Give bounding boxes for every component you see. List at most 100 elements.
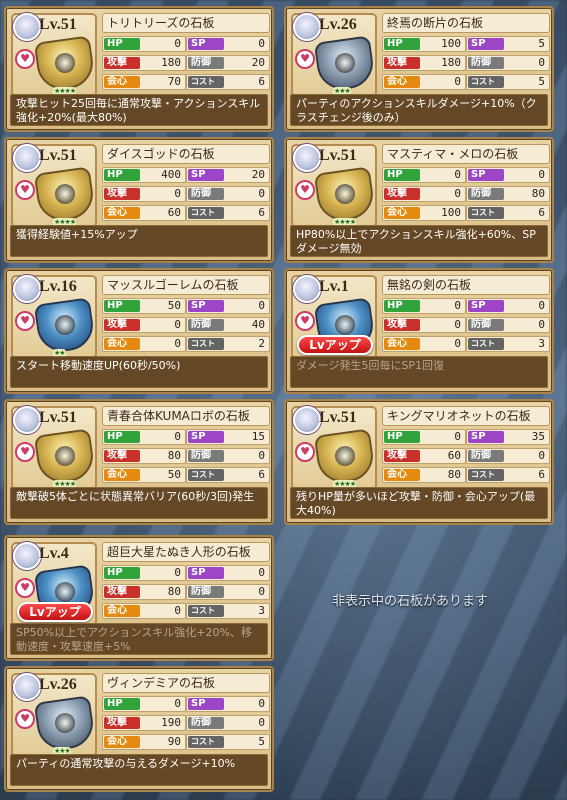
critical-stat: 会心 0 [102, 603, 186, 619]
stone-tablet-card[interactable]: Lv.51 ♥ ★★★★ キングマリオネットの石板 HP 0 SP 35 攻撃 6… [284, 399, 554, 525]
defense-value: 40 [251, 318, 265, 331]
stone-tablet-card[interactable]: Lv.26 ♥ ★★★ ヴィンデミアの石板 HP 0 SP 0 攻撃 190 防御… [4, 666, 274, 792]
critical-value: 0 [454, 75, 461, 88]
character-avatar [13, 542, 41, 570]
hp-value: 0 [174, 37, 181, 50]
critical-value: 80 [447, 468, 461, 481]
favorite-heart-icon[interactable]: ♥ [15, 442, 35, 462]
hp-label: HP [384, 431, 420, 443]
critical-stat: 会心 0 [102, 336, 186, 352]
favorite-heart-icon[interactable]: ♥ [15, 311, 35, 331]
stone-tablet-card[interactable]: Lv.1 ♥ Lvアップ 無銘の剣の石板 HP 0 SP 0 攻撃 0 防御 0 … [284, 268, 554, 394]
favorite-heart-icon[interactable]: ♥ [15, 709, 35, 729]
tablet-thumbnail[interactable]: Lv.1 ♥ Lvアップ [291, 275, 377, 359]
tablet-thumbnail[interactable]: Lv.51 ♥ ★★★★ [11, 144, 97, 228]
critical-stat: 会心 70 [102, 74, 186, 90]
hp-stat: HP 0 [102, 696, 186, 712]
favorite-heart-icon[interactable]: ♥ [295, 311, 315, 331]
tablet-thumbnail[interactable]: Lv.4 ♥ Lvアップ [11, 542, 97, 626]
tablet-thumbnail[interactable]: Lv.51 ♥ ★★★★ [11, 13, 97, 97]
hp-stat: HP 0 [382, 298, 466, 314]
defense-label: 防御 [188, 319, 224, 331]
cost-label: コスト [188, 76, 224, 88]
tablet-level: Lv.51 [39, 409, 77, 426]
attack-label: 攻撃 [384, 57, 420, 69]
defense-label: 防御 [468, 450, 504, 462]
critical-label: 会心 [104, 736, 140, 748]
hp-stat: HP 100 [382, 36, 466, 52]
cost-stat: コスト 6 [466, 205, 550, 221]
favorite-heart-icon[interactable]: ♥ [295, 180, 315, 200]
sp-label: SP [468, 300, 504, 312]
defense-label: 防御 [468, 57, 504, 69]
attack-stat: 攻撃 180 [102, 55, 186, 71]
hp-label: HP [104, 431, 140, 443]
hidden-tablets-notice: 非表示中の石板があります [331, 594, 488, 609]
tablet-emblem-icon [55, 446, 75, 466]
tablet-level: Lv.26 [319, 16, 357, 33]
critical-label: 会心 [104, 207, 140, 219]
sp-value: 5 [538, 37, 545, 50]
tablet-effect-description: スタート移動速度UP(60秒/50%) [10, 356, 268, 388]
tablet-name: マスティマ・メロの石板 [382, 144, 550, 164]
defense-stat: 防御 80 [466, 186, 550, 202]
tablet-emblem-icon [55, 184, 75, 204]
critical-stat: 会心 80 [382, 467, 466, 483]
hp-stat: HP 0 [102, 36, 186, 52]
cost-label: コスト [468, 469, 504, 481]
tablet-thumbnail[interactable]: Lv.26 ♥ ★★★ [291, 13, 377, 97]
stone-tablet-card[interactable]: Lv.4 ♥ Lvアップ 超巨大星たぬき人形の石板 HP 0 SP 0 攻撃 80… [4, 535, 274, 661]
defense-label: 防御 [188, 450, 224, 462]
hp-value: 400 [161, 168, 181, 181]
critical-label: 会心 [384, 469, 420, 481]
level-up-button[interactable]: Lvアップ [297, 335, 373, 355]
tablet-thumbnail[interactable]: Lv.51 ♥ ★★★★ [11, 406, 97, 490]
critical-value: 100 [441, 206, 461, 219]
favorite-heart-icon[interactable]: ♥ [15, 49, 35, 69]
tablet-level: Lv.26 [39, 676, 77, 693]
stone-tablet-card[interactable]: Lv.51 ♥ ★★★★ トリトリーズの石板 HP 0 SP 0 攻撃 180 防… [4, 6, 274, 132]
cost-stat: コスト 3 [186, 603, 270, 619]
cost-label: コスト [468, 338, 504, 350]
character-avatar [293, 13, 321, 41]
sp-label: SP [188, 300, 224, 312]
tablet-effect-description: 残りHP量が多いほど攻撃・防御・会心アップ(最大40%) [290, 487, 548, 519]
favorite-heart-icon[interactable]: ♥ [295, 442, 315, 462]
stone-tablet-card[interactable]: Lv.51 ♥ ★★★★ 青春合体KUMAロボの石板 HP 0 SP 15 攻撃 … [4, 399, 274, 525]
tablet-level: Lv.51 [319, 409, 357, 426]
cost-value: 3 [538, 337, 545, 350]
defense-stat: 防御 0 [466, 55, 550, 71]
stone-tablet-card[interactable]: Lv.16 ♥ ★★ マッスルゴーレムの石板 HP 50 SP 0 攻撃 0 防御… [4, 268, 274, 394]
sp-value: 0 [538, 168, 545, 181]
attack-label: 攻撃 [104, 319, 140, 331]
favorite-heart-icon[interactable]: ♥ [15, 578, 35, 598]
stone-tablet-card[interactable]: Lv.26 ♥ ★★★ 終焉の断片の石板 HP 100 SP 5 攻撃 180 防… [284, 6, 554, 132]
defense-value: 0 [258, 449, 265, 462]
attack-value: 0 [174, 187, 181, 200]
stone-tablet-card[interactable]: Lv.51 ♥ ★★★★ マスティマ・メロの石板 HP 0 SP 0 攻撃 0 防… [284, 137, 554, 263]
tablet-thumbnail[interactable]: Lv.16 ♥ ★★ [11, 275, 97, 359]
attack-stat: 攻撃 190 [102, 715, 186, 731]
defense-stat: 防御 20 [186, 55, 270, 71]
level-up-button[interactable]: Lvアップ [17, 602, 93, 622]
tablet-level: Lv.51 [39, 147, 77, 164]
favorite-heart-icon[interactable]: ♥ [15, 180, 35, 200]
tablet-name: 終焉の断片の石板 [382, 13, 550, 33]
tablet-emblem-icon [335, 184, 355, 204]
critical-label: 会心 [384, 338, 420, 350]
critical-value: 90 [167, 735, 181, 748]
stone-tablet-card[interactable]: Lv.51 ♥ ★★★★ ダイスゴッドの石板 HP 400 SP 20 攻撃 0 … [4, 137, 274, 263]
favorite-heart-icon[interactable]: ♥ [295, 49, 315, 69]
hp-value: 0 [174, 697, 181, 710]
attack-stat: 攻撃 180 [382, 55, 466, 71]
sp-label: SP [468, 431, 504, 443]
character-avatar [13, 673, 41, 701]
critical-stat: 会心 0 [382, 336, 466, 352]
sp-stat: SP 5 [466, 36, 550, 52]
cost-stat: コスト 2 [186, 336, 270, 352]
attack-label: 攻撃 [104, 586, 140, 598]
tablet-thumbnail[interactable]: Lv.51 ♥ ★★★★ [291, 406, 377, 490]
hp-value: 0 [454, 168, 461, 181]
tablet-thumbnail[interactable]: Lv.51 ♥ ★★★★ [291, 144, 377, 228]
tablet-thumbnail[interactable]: Lv.26 ♥ ★★★ [11, 673, 97, 757]
